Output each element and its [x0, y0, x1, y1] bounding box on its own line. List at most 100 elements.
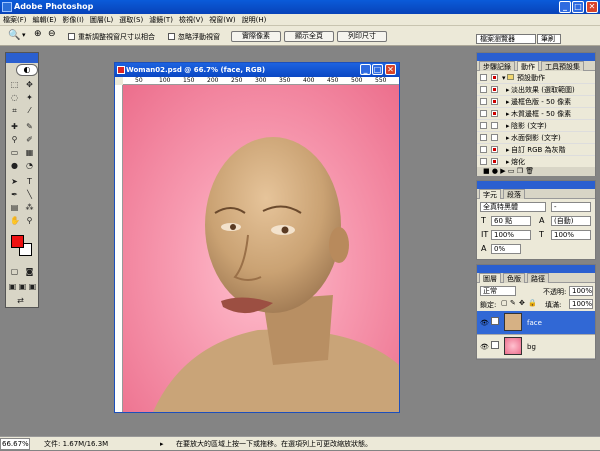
ignore-palettes-checkbox[interactable]: [168, 33, 175, 40]
lasso-tool-icon[interactable]: ◌: [10, 93, 19, 102]
expand-triangle-icon[interactable]: ▸: [506, 144, 510, 156]
menu-help[interactable]: 說明(H): [239, 14, 270, 26]
screen-mode-standard-icon[interactable]: ▣: [8, 282, 17, 291]
tab-paragraph[interactable]: 段落: [503, 189, 525, 199]
action-toggle-checkbox[interactable]: [480, 98, 487, 105]
action-toggle-checkbox[interactable]: [480, 158, 487, 165]
close-button[interactable]: ✕: [586, 1, 598, 13]
print-size-button[interactable]: 列印尺寸: [337, 31, 387, 42]
list-item[interactable]: ▸ 自訂 RGB 為灰階: [477, 144, 595, 156]
expand-triangle-icon[interactable]: ▸: [506, 132, 510, 144]
menu-image[interactable]: 影像(I): [59, 14, 87, 26]
tab-history[interactable]: 步驟記錄: [479, 61, 515, 71]
tab-layers[interactable]: 圖層: [479, 273, 501, 283]
dialog-toggle[interactable]: [491, 86, 498, 93]
move-tool-icon[interactable]: ✥: [25, 80, 34, 89]
blur-tool-icon[interactable]: ●: [10, 161, 19, 170]
magic-wand-tool-icon[interactable]: ✦: [25, 93, 34, 102]
doc-maximize-button[interactable]: □: [372, 64, 383, 75]
eraser-tool-icon[interactable]: ▭: [10, 148, 19, 157]
healing-brush-tool-icon[interactable]: ✚: [10, 122, 19, 131]
expand-triangle-icon[interactable]: ▸: [506, 96, 510, 108]
menu-edit[interactable]: 編輯(E): [30, 14, 60, 26]
brush-link-icon[interactable]: [491, 317, 499, 325]
zoom-out-icon[interactable]: ⊖: [48, 29, 56, 39]
record-icon[interactable]: ●: [492, 167, 498, 175]
actual-pixels-button[interactable]: 實際像素: [231, 31, 281, 42]
font-family-select[interactable]: 全真特黑體: [480, 202, 546, 212]
visibility-eye-icon[interactable]: 👁: [480, 343, 489, 351]
hand-tool-icon[interactable]: ✋: [10, 216, 20, 225]
fill-field[interactable]: 100%: [569, 299, 593, 309]
zoom-level-field[interactable]: 66.67%: [0, 438, 30, 450]
dialog-toggle[interactable]: [491, 110, 498, 117]
brush-tool-icon[interactable]: ✎: [25, 122, 34, 131]
dialog-toggle[interactable]: [491, 98, 498, 105]
gradient-tool-icon[interactable]: ▦: [25, 148, 34, 157]
expand-triangle-icon[interactable]: ▸: [506, 108, 510, 120]
lock-position-icon[interactable]: ✥: [519, 299, 525, 307]
menu-window[interactable]: 視窗(W): [206, 14, 238, 26]
fit-screen-button[interactable]: 顯示全頁: [284, 31, 334, 42]
menu-layer[interactable]: 圖層(L): [87, 14, 116, 26]
eyedropper-tool-icon[interactable]: ⁂: [25, 203, 34, 212]
trash-icon[interactable]: 🗑: [525, 167, 534, 175]
tab-tool-presets[interactable]: 工具預設集: [541, 61, 584, 71]
tools-palette-header[interactable]: [6, 53, 38, 63]
menu-view[interactable]: 檢視(V): [176, 14, 206, 26]
menu-file[interactable]: 檔案(F): [0, 14, 30, 26]
tab-character[interactable]: 字元: [479, 189, 501, 199]
maximize-button[interactable]: □: [572, 1, 584, 13]
action-set-row[interactable]: ▾ 預設動作: [477, 72, 595, 84]
action-toggle-checkbox[interactable]: [480, 74, 487, 81]
blend-mode-select[interactable]: 正常: [480, 286, 516, 296]
tool-preset-arrow-icon[interactable]: ▾: [22, 31, 26, 39]
slice-tool-icon[interactable]: ⁄: [25, 106, 34, 115]
standard-mode-icon[interactable]: ▢: [10, 267, 19, 276]
dialog-toggle[interactable]: [491, 158, 498, 165]
lock-image-icon[interactable]: ✎: [510, 299, 516, 307]
screen-mode-full-icon[interactable]: ▣: [28, 282, 37, 291]
actions-palette-header[interactable]: [477, 53, 595, 61]
screen-mode-full-menu-icon[interactable]: ▣: [18, 282, 27, 291]
status-arrow-icon[interactable]: ▸: [160, 437, 164, 451]
list-item[interactable]: ▸ 木質邊框 - 50 像素: [477, 108, 595, 120]
jump-to-imageready-icon[interactable]: ⇄: [16, 296, 25, 305]
visibility-eye-icon[interactable]: 👁: [480, 319, 489, 327]
quick-mask-icon[interactable]: ◙: [25, 267, 34, 276]
character-palette-header[interactable]: [477, 181, 595, 189]
font-style-select[interactable]: -: [551, 202, 591, 212]
adobe-online-icon[interactable]: ◐: [16, 64, 38, 76]
font-size-field[interactable]: 60 點: [491, 216, 531, 226]
marquee-tool-icon[interactable]: ⬚: [10, 80, 19, 89]
foreground-color-fill[interactable]: [11, 235, 24, 248]
menu-filter[interactable]: 濾鏡(T): [146, 14, 176, 26]
zoom-in-icon[interactable]: ⊕: [34, 29, 42, 39]
list-item[interactable]: ▸ 淡出效果 (選取範圍): [477, 84, 595, 96]
list-item[interactable]: ▸ 水面倒影 (文字): [477, 132, 595, 144]
dialog-toggle[interactable]: [491, 134, 498, 141]
minimize-button[interactable]: _: [559, 1, 571, 13]
layer-row-bg[interactable]: 👁 bg: [477, 335, 595, 359]
notes-tool-icon[interactable]: ▤: [10, 203, 19, 212]
clone-stamp-tool-icon[interactable]: ⚲: [10, 135, 19, 144]
opacity-field[interactable]: 100%: [569, 286, 593, 296]
action-toggle-checkbox[interactable]: [480, 86, 487, 93]
vertical-scale-field[interactable]: 100%: [491, 230, 531, 240]
link-toggle[interactable]: [491, 341, 499, 349]
horizontal-scale-field[interactable]: 100%: [551, 230, 591, 240]
play-icon[interactable]: ▶: [500, 167, 505, 175]
list-item[interactable]: ▸ 陰影 (文字): [477, 120, 595, 132]
pen-tool-icon[interactable]: ✒: [10, 190, 19, 199]
action-toggle-checkbox[interactable]: [480, 122, 487, 129]
action-toggle-checkbox[interactable]: [480, 110, 487, 117]
doc-close-button[interactable]: ✕: [385, 64, 396, 75]
leading-field[interactable]: (自動): [551, 216, 591, 226]
tab-actions[interactable]: 動作: [517, 61, 539, 71]
expand-triangle-icon[interactable]: ▸: [506, 120, 510, 132]
brushes-tab[interactable]: 筆刷: [537, 34, 561, 44]
file-browser-tab[interactable]: 檔案瀏覽器: [476, 34, 536, 44]
type-tool-icon[interactable]: T: [25, 177, 34, 186]
resize-windows-checkbox[interactable]: [68, 33, 75, 40]
stop-recording-icon[interactable]: ■: [483, 167, 490, 175]
